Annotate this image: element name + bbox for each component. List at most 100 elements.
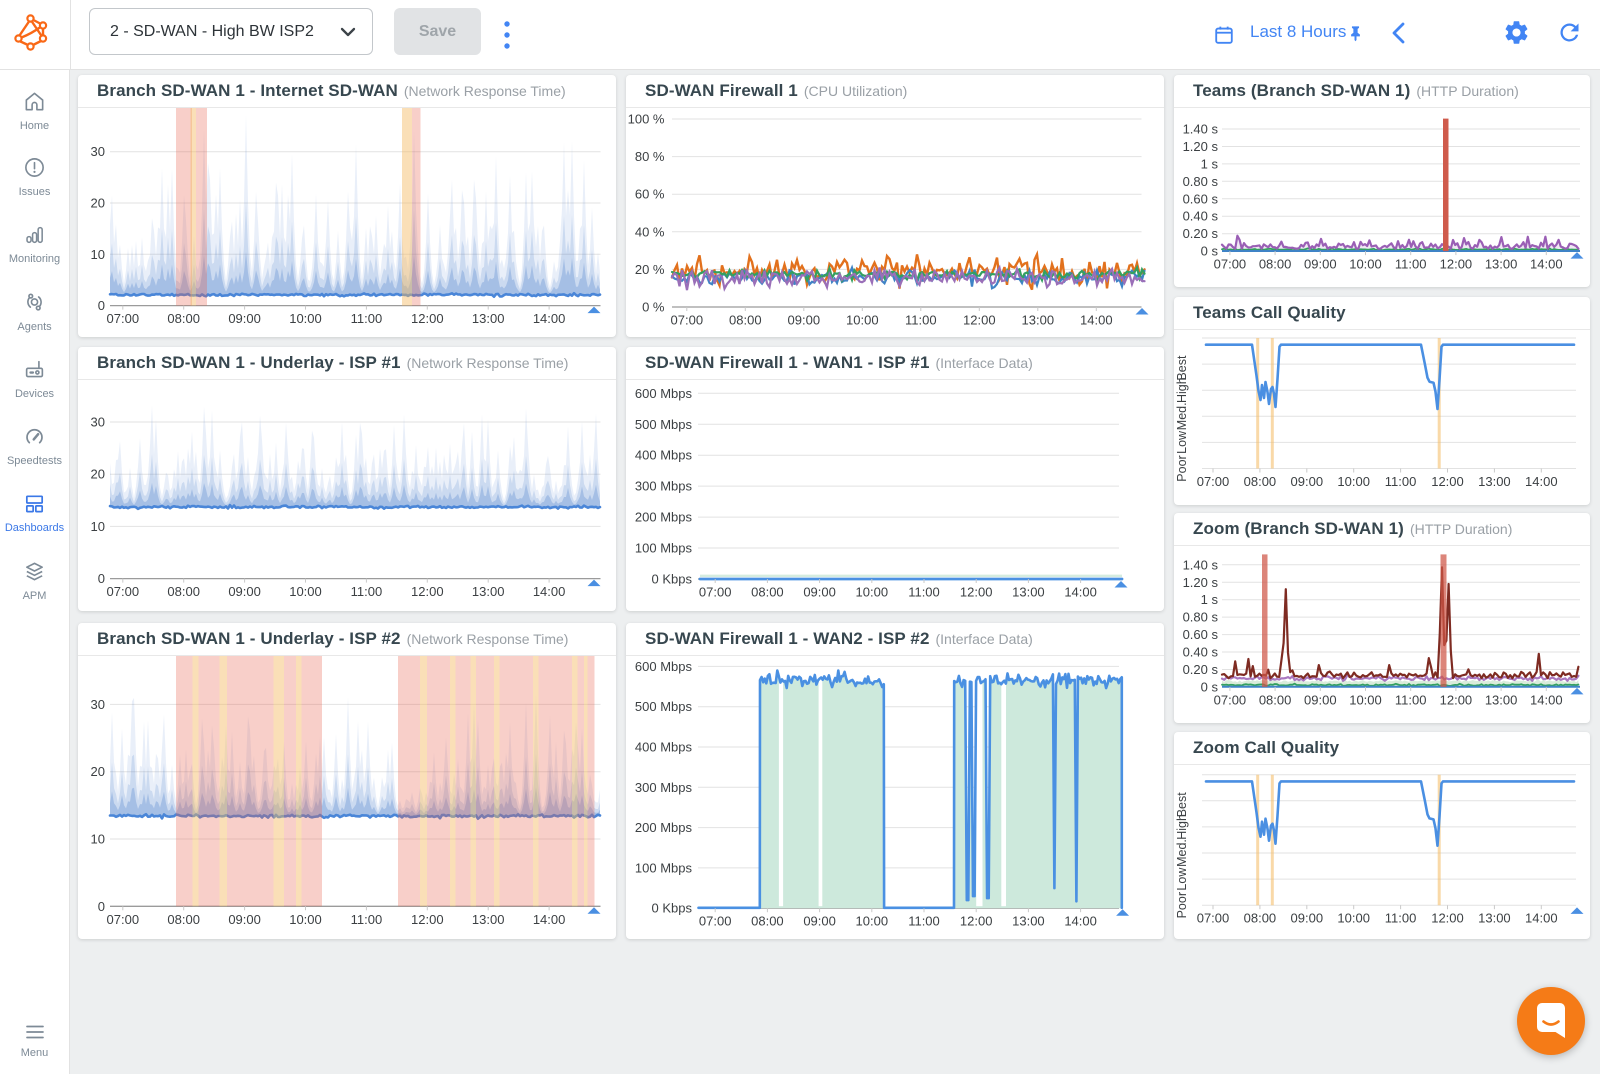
svg-text:0.20 s: 0.20 s	[1183, 226, 1219, 241]
svg-text:400 Mbps: 400 Mbps	[635, 740, 693, 755]
svg-text:14:00: 14:00	[1530, 692, 1563, 707]
svg-text:13:00: 13:00	[1485, 692, 1518, 707]
svg-text:13:00: 13:00	[1485, 257, 1518, 272]
svg-text:09:00: 09:00	[228, 584, 261, 599]
svg-text:0 %: 0 %	[642, 300, 665, 315]
svg-text:07:00: 07:00	[1197, 911, 1230, 926]
svg-text:600 Mbps: 600 Mbps	[635, 386, 693, 401]
svg-text:60 %: 60 %	[635, 187, 665, 202]
svg-text:11:00: 11:00	[351, 912, 383, 927]
svg-text:30: 30	[91, 697, 105, 712]
svg-text:08:00: 08:00	[1259, 692, 1292, 707]
svg-text:0.80 s: 0.80 s	[1183, 174, 1219, 189]
svg-text:0: 0	[98, 298, 105, 313]
svg-text:09:00: 09:00	[228, 311, 261, 326]
svg-text:12:00: 12:00	[1440, 257, 1473, 272]
svg-text:12:00: 12:00	[963, 313, 996, 328]
svg-text:20: 20	[91, 764, 105, 779]
svg-text:11:00: 11:00	[908, 585, 940, 600]
svg-text:20: 20	[91, 467, 105, 482]
svg-text:Poor: Poor	[1175, 455, 1189, 481]
svg-text:12:00: 12:00	[960, 585, 993, 600]
svg-text:07:00: 07:00	[107, 912, 140, 927]
svg-text:12:00: 12:00	[1431, 911, 1464, 926]
svg-text:09:00: 09:00	[1291, 474, 1324, 489]
svg-text:0: 0	[98, 899, 105, 914]
svg-text:07:00: 07:00	[699, 914, 732, 929]
svg-text:Low: Low	[1175, 867, 1189, 891]
svg-text:0.20 s: 0.20 s	[1183, 662, 1219, 677]
svg-text:400 Mbps: 400 Mbps	[635, 448, 693, 463]
svg-text:20 %: 20 %	[635, 262, 665, 277]
svg-text:08:00: 08:00	[1244, 911, 1277, 926]
svg-text:Best: Best	[1175, 355, 1189, 381]
svg-text:0.40 s: 0.40 s	[1183, 645, 1219, 660]
svg-text:100 Mbps: 100 Mbps	[635, 860, 693, 875]
svg-text:200 Mbps: 200 Mbps	[635, 510, 693, 525]
svg-text:10:00: 10:00	[1349, 257, 1382, 272]
svg-text:100 Mbps: 100 Mbps	[635, 541, 693, 556]
svg-text:09:00: 09:00	[803, 914, 836, 929]
svg-text:10:00: 10:00	[289, 912, 322, 927]
svg-text:0.60 s: 0.60 s	[1183, 191, 1219, 206]
svg-text:07:00: 07:00	[699, 585, 732, 600]
svg-text:1.20 s: 1.20 s	[1183, 575, 1219, 590]
svg-text:10:00: 10:00	[856, 585, 889, 600]
svg-text:12:00: 12:00	[411, 912, 444, 927]
svg-text:0.60 s: 0.60 s	[1183, 627, 1219, 642]
svg-text:0 Kbps: 0 Kbps	[652, 572, 693, 587]
svg-text:13:00: 13:00	[472, 912, 505, 927]
svg-text:07:00: 07:00	[107, 311, 140, 326]
svg-text:0 Kbps: 0 Kbps	[652, 901, 693, 916]
svg-text:08:00: 08:00	[167, 311, 200, 326]
svg-text:100 %: 100 %	[628, 112, 665, 127]
svg-text:11:00: 11:00	[905, 313, 937, 328]
svg-text:08:00: 08:00	[751, 585, 784, 600]
svg-text:500 Mbps: 500 Mbps	[635, 699, 693, 714]
svg-text:1 s: 1 s	[1201, 592, 1219, 607]
svg-text:0.40 s: 0.40 s	[1183, 209, 1219, 224]
svg-text:10:00: 10:00	[856, 914, 889, 929]
svg-text:Poor: Poor	[1175, 892, 1189, 918]
svg-text:1.40 s: 1.40 s	[1183, 557, 1219, 572]
svg-text:14:00: 14:00	[533, 311, 566, 326]
svg-text:08:00: 08:00	[729, 313, 762, 328]
svg-text:07:00: 07:00	[1197, 474, 1230, 489]
svg-text:12:00: 12:00	[1440, 692, 1473, 707]
svg-text:0: 0	[98, 571, 105, 586]
svg-text:30: 30	[91, 415, 105, 430]
svg-text:11:00: 11:00	[1395, 692, 1427, 707]
svg-text:14:00: 14:00	[1525, 474, 1558, 489]
svg-text:09:00: 09:00	[803, 585, 836, 600]
svg-text:Low: Low	[1175, 430, 1189, 454]
svg-text:10:00: 10:00	[1337, 911, 1370, 926]
svg-text:09:00: 09:00	[788, 313, 821, 328]
svg-text:10: 10	[91, 519, 105, 534]
svg-text:14:00: 14:00	[1064, 585, 1097, 600]
svg-text:14:00: 14:00	[1525, 911, 1558, 926]
svg-text:10: 10	[91, 832, 105, 847]
svg-text:11:00: 11:00	[1395, 257, 1427, 272]
svg-text:10:00: 10:00	[846, 313, 879, 328]
svg-text:500 Mbps: 500 Mbps	[635, 417, 693, 432]
svg-text:11:00: 11:00	[351, 311, 383, 326]
svg-text:07:00: 07:00	[1214, 257, 1247, 272]
svg-text:12:00: 12:00	[411, 311, 444, 326]
svg-text:11:00: 11:00	[1385, 911, 1417, 926]
svg-text:09:00: 09:00	[1304, 692, 1337, 707]
svg-text:08:00: 08:00	[1259, 257, 1292, 272]
svg-text:10:00: 10:00	[1349, 692, 1382, 707]
svg-text:0.80 s: 0.80 s	[1183, 610, 1219, 625]
svg-text:Best: Best	[1175, 792, 1189, 818]
svg-text:08:00: 08:00	[751, 914, 784, 929]
svg-text:40 %: 40 %	[635, 224, 665, 239]
svg-text:14:00: 14:00	[533, 584, 566, 599]
svg-text:11:00: 11:00	[1385, 474, 1417, 489]
svg-text:1.40 s: 1.40 s	[1183, 122, 1219, 137]
svg-text:200 Mbps: 200 Mbps	[635, 820, 693, 835]
svg-text:30: 30	[91, 144, 105, 159]
svg-text:08:00: 08:00	[1244, 474, 1277, 489]
svg-text:07:00: 07:00	[671, 313, 704, 328]
svg-text:14:00: 14:00	[1080, 313, 1113, 328]
svg-text:10:00: 10:00	[289, 584, 322, 599]
